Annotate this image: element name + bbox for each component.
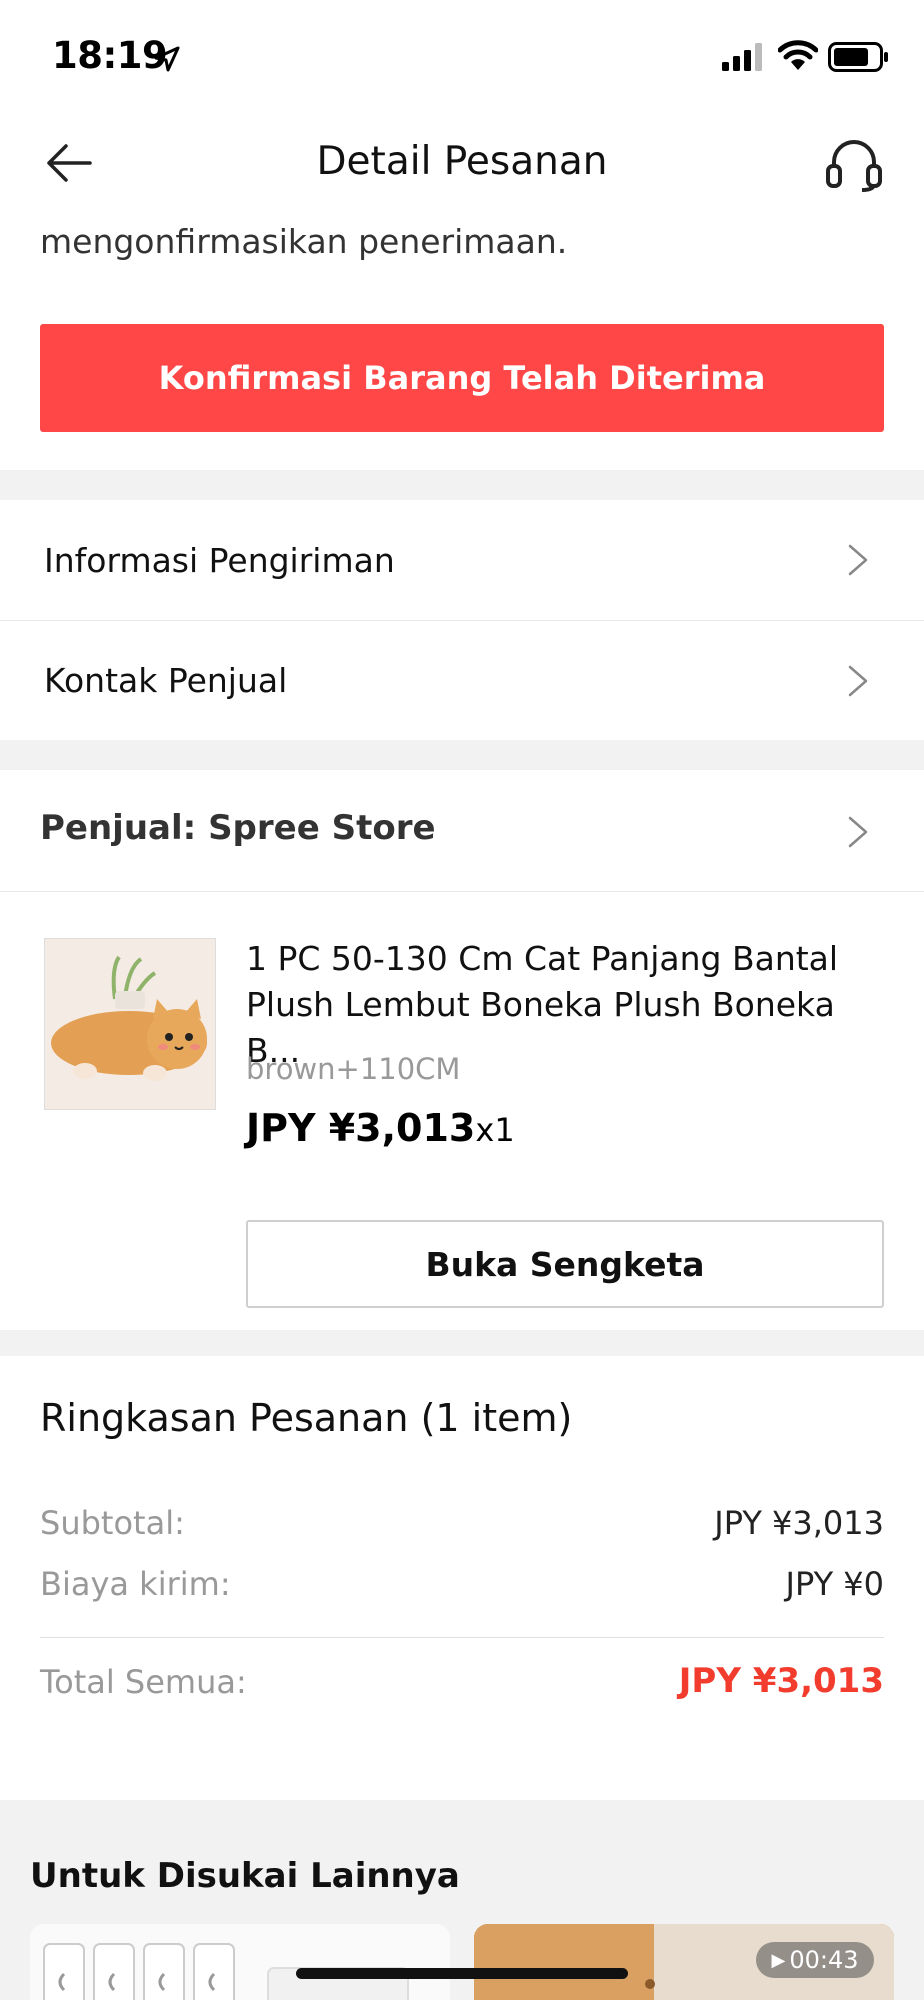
seller-product-section: Penjual: Spree Store 1 PC 50-130 Cm Cat … bbox=[0, 770, 924, 1330]
order-summary-section: Ringkasan Pesanan (1 item) Subtotal: JPY… bbox=[0, 1356, 924, 1800]
order-info-rows: Informasi Pengiriman Kontak Penjual bbox=[0, 500, 924, 740]
home-indicator[interactable] bbox=[296, 1968, 628, 1979]
row-contact-seller[interactable]: Kontak Penjual bbox=[0, 620, 924, 740]
total-value: JPY ¥3,013 bbox=[678, 1661, 884, 1701]
seller-row[interactable]: Penjual: Spree Store bbox=[0, 770, 924, 892]
seller-name: Penjual: Spree Store bbox=[40, 808, 436, 848]
shipping-fee-label: Biaya kirim: bbox=[40, 1565, 231, 1603]
total-label: Total Semua: bbox=[40, 1663, 247, 1701]
confirm-received-button[interactable]: Konfirmasi Barang Telah Diterima bbox=[40, 324, 884, 432]
status-time: 18:19 bbox=[52, 34, 168, 77]
confirm-message: mengonfirmasikan penerimaan. bbox=[40, 222, 568, 261]
page-header: Detail Pesanan bbox=[0, 112, 924, 218]
chevron-right-icon bbox=[848, 816, 868, 848]
summary-divider bbox=[40, 1637, 884, 1638]
subtotal-value: JPY ¥3,013 bbox=[714, 1504, 884, 1542]
cellular-signal-icon bbox=[722, 43, 762, 71]
product-image[interactable] bbox=[44, 938, 216, 1110]
video-duration: 00:43 bbox=[789, 1946, 859, 1974]
shipping-fee-value: JPY ¥0 bbox=[785, 1565, 884, 1603]
page-title: Detail Pesanan bbox=[316, 139, 608, 184]
hooks-product-image bbox=[30, 1924, 450, 2000]
recommendations-title: Untuk Disukai Lainnya bbox=[30, 1856, 460, 1896]
video-duration-badge: ▶ 00:43 bbox=[756, 1942, 874, 1978]
row-shipping-info[interactable]: Informasi Pengiriman bbox=[0, 500, 924, 620]
row-label-shipping-info: Informasi Pengiriman bbox=[44, 540, 395, 580]
open-dispute-button[interactable]: Buka Sengketa bbox=[246, 1220, 884, 1308]
wifi-icon bbox=[778, 40, 818, 70]
confirm-receipt-section: mengonfirmasikan penerimaan. Konfirmasi … bbox=[0, 218, 924, 470]
play-icon: ▶ bbox=[771, 1949, 786, 1971]
chevron-right-icon bbox=[848, 665, 868, 697]
status-bar: 18:19 bbox=[0, 0, 924, 112]
location-arrow-icon bbox=[154, 46, 180, 72]
recommendation-card[interactable] bbox=[30, 1924, 450, 2000]
subtotal-label: Subtotal: bbox=[40, 1504, 185, 1542]
product-price-line: JPY ¥3,013x1 bbox=[246, 1106, 515, 1150]
summary-title: Ringkasan Pesanan (1 item) bbox=[40, 1396, 573, 1440]
row-label-contact-seller: Kontak Penjual bbox=[44, 661, 288, 700]
product-quantity: x1 bbox=[475, 1111, 515, 1149]
product-price: JPY ¥3,013 bbox=[246, 1106, 476, 1150]
product-variant: brown+110CM bbox=[246, 1052, 461, 1086]
chevron-right-icon bbox=[848, 544, 868, 576]
headset-support-icon[interactable] bbox=[822, 132, 886, 196]
battery-icon bbox=[828, 42, 888, 72]
cat-plush-image bbox=[45, 939, 215, 1109]
